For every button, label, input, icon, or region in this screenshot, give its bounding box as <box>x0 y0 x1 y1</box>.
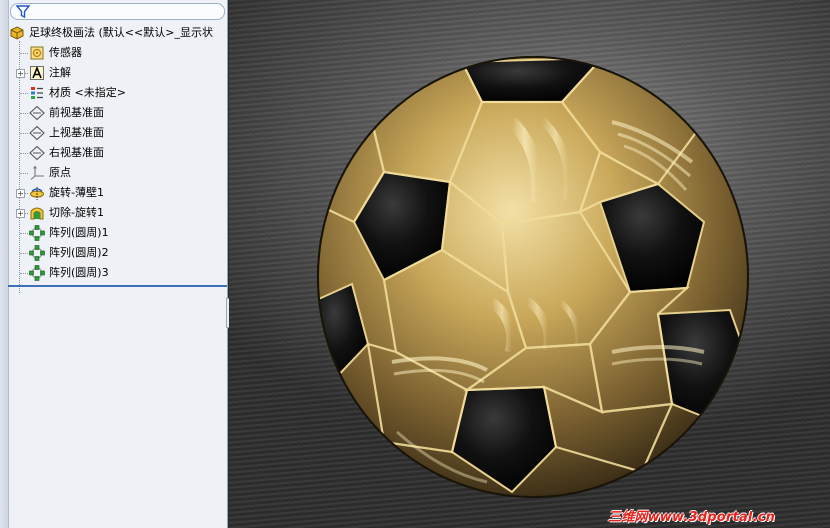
tree-item-annotations[interactable]: 注解 <box>29 63 71 83</box>
tree-item-label: 阵列(圆周)2 <box>49 246 109 259</box>
soccer-ball-model[interactable] <box>312 52 754 502</box>
tree-connector-line <box>20 273 28 274</box>
filter-icon[interactable] <box>16 5 30 18</box>
tree-connector-line <box>20 153 28 154</box>
tree-connector-line <box>20 113 28 114</box>
expand-toggle[interactable]: + <box>16 69 25 78</box>
tree-item-right-plane[interactable]: 右视基准面 <box>29 143 104 163</box>
tree-item-sensors[interactable]: 传感器 <box>29 43 82 63</box>
sensor-icon <box>29 45 45 61</box>
plane-icon <box>29 125 45 141</box>
cut-revolve-icon <box>29 205 45 221</box>
tree-item-circular-pattern-3[interactable]: 阵列(圆周)3 <box>29 263 109 283</box>
material-icon <box>29 85 45 101</box>
tree-item-label: 前视基准面 <box>49 106 104 119</box>
tree-item-label: 右视基准面 <box>49 146 104 159</box>
tree-item-label: 阵列(圆周)1 <box>49 226 109 239</box>
tree-root-label: 足球终极画法 (默认<<默认>_显示状 <box>29 26 213 39</box>
plane-icon <box>29 145 45 161</box>
tree-item-label: 旋转-薄壁1 <box>49 186 104 199</box>
plane-icon <box>29 105 45 121</box>
watermark-text: 三维网www.3dportal.cn <box>608 510 776 525</box>
panel-edge-strip <box>0 0 9 528</box>
tree-item-top-plane[interactable]: 上视基准面 <box>29 123 104 143</box>
tree-connector-line <box>20 93 28 94</box>
tree-connector-line <box>20 233 28 234</box>
annotation-icon <box>29 65 45 81</box>
tree-item-front-plane[interactable]: 前视基准面 <box>29 103 104 123</box>
tree-connector-line <box>25 213 28 214</box>
tree-item-label: 传感器 <box>49 46 82 59</box>
circular-pattern-icon <box>29 265 45 281</box>
graphics-viewport[interactable]: 三维网www.3dportal.cn <box>229 0 830 528</box>
circular-pattern-icon <box>29 245 45 261</box>
tree-item-circular-pattern-2[interactable]: 阵列(圆周)2 <box>29 243 109 263</box>
revolve-icon <box>29 185 45 201</box>
origin-icon <box>29 165 45 181</box>
tree-item-label: 材质 <未指定> <box>49 86 126 99</box>
tree-connector-line <box>20 53 28 54</box>
expand-toggle[interactable]: + <box>16 189 25 198</box>
tree-connector-line <box>20 253 28 254</box>
tree-item-label: 切除-旋转1 <box>49 206 104 219</box>
tree-item-origin[interactable]: 原点 <box>29 163 71 183</box>
tree-root-part[interactable]: 足球终极画法 (默认<<默认>_显示状 <box>9 23 213 43</box>
tree-item-circular-pattern-1[interactable]: 阵列(圆周)1 <box>29 223 109 243</box>
tree-item-label: 注解 <box>49 66 71 79</box>
tree-item-label: 上视基准面 <box>49 126 104 139</box>
tree-item-cut-revolve[interactable]: 切除-旋转1 <box>29 203 104 223</box>
tree-item-label: 阵列(圆周)3 <box>49 266 109 279</box>
tree-connector-line <box>20 133 28 134</box>
part-icon <box>9 25 25 41</box>
tree-filter-input[interactable] <box>10 3 225 20</box>
expand-toggle[interactable]: + <box>16 209 25 218</box>
tree-end-marker <box>8 285 227 287</box>
tree-connector-line <box>19 41 20 293</box>
feature-manager-panel: 足球终极画法 (默认<<默认>_显示状 传感器 + 注解 材质 <未指定> 前视… <box>0 0 228 528</box>
tree-item-revolve-thin[interactable]: 旋转-薄壁1 <box>29 183 104 203</box>
tree-item-material[interactable]: 材质 <未指定> <box>29 83 126 103</box>
circular-pattern-icon <box>29 225 45 241</box>
tree-item-label: 原点 <box>49 166 71 179</box>
tree-connector-line <box>25 193 28 194</box>
tree-connector-line <box>20 173 28 174</box>
tree-connector-line <box>25 73 28 74</box>
